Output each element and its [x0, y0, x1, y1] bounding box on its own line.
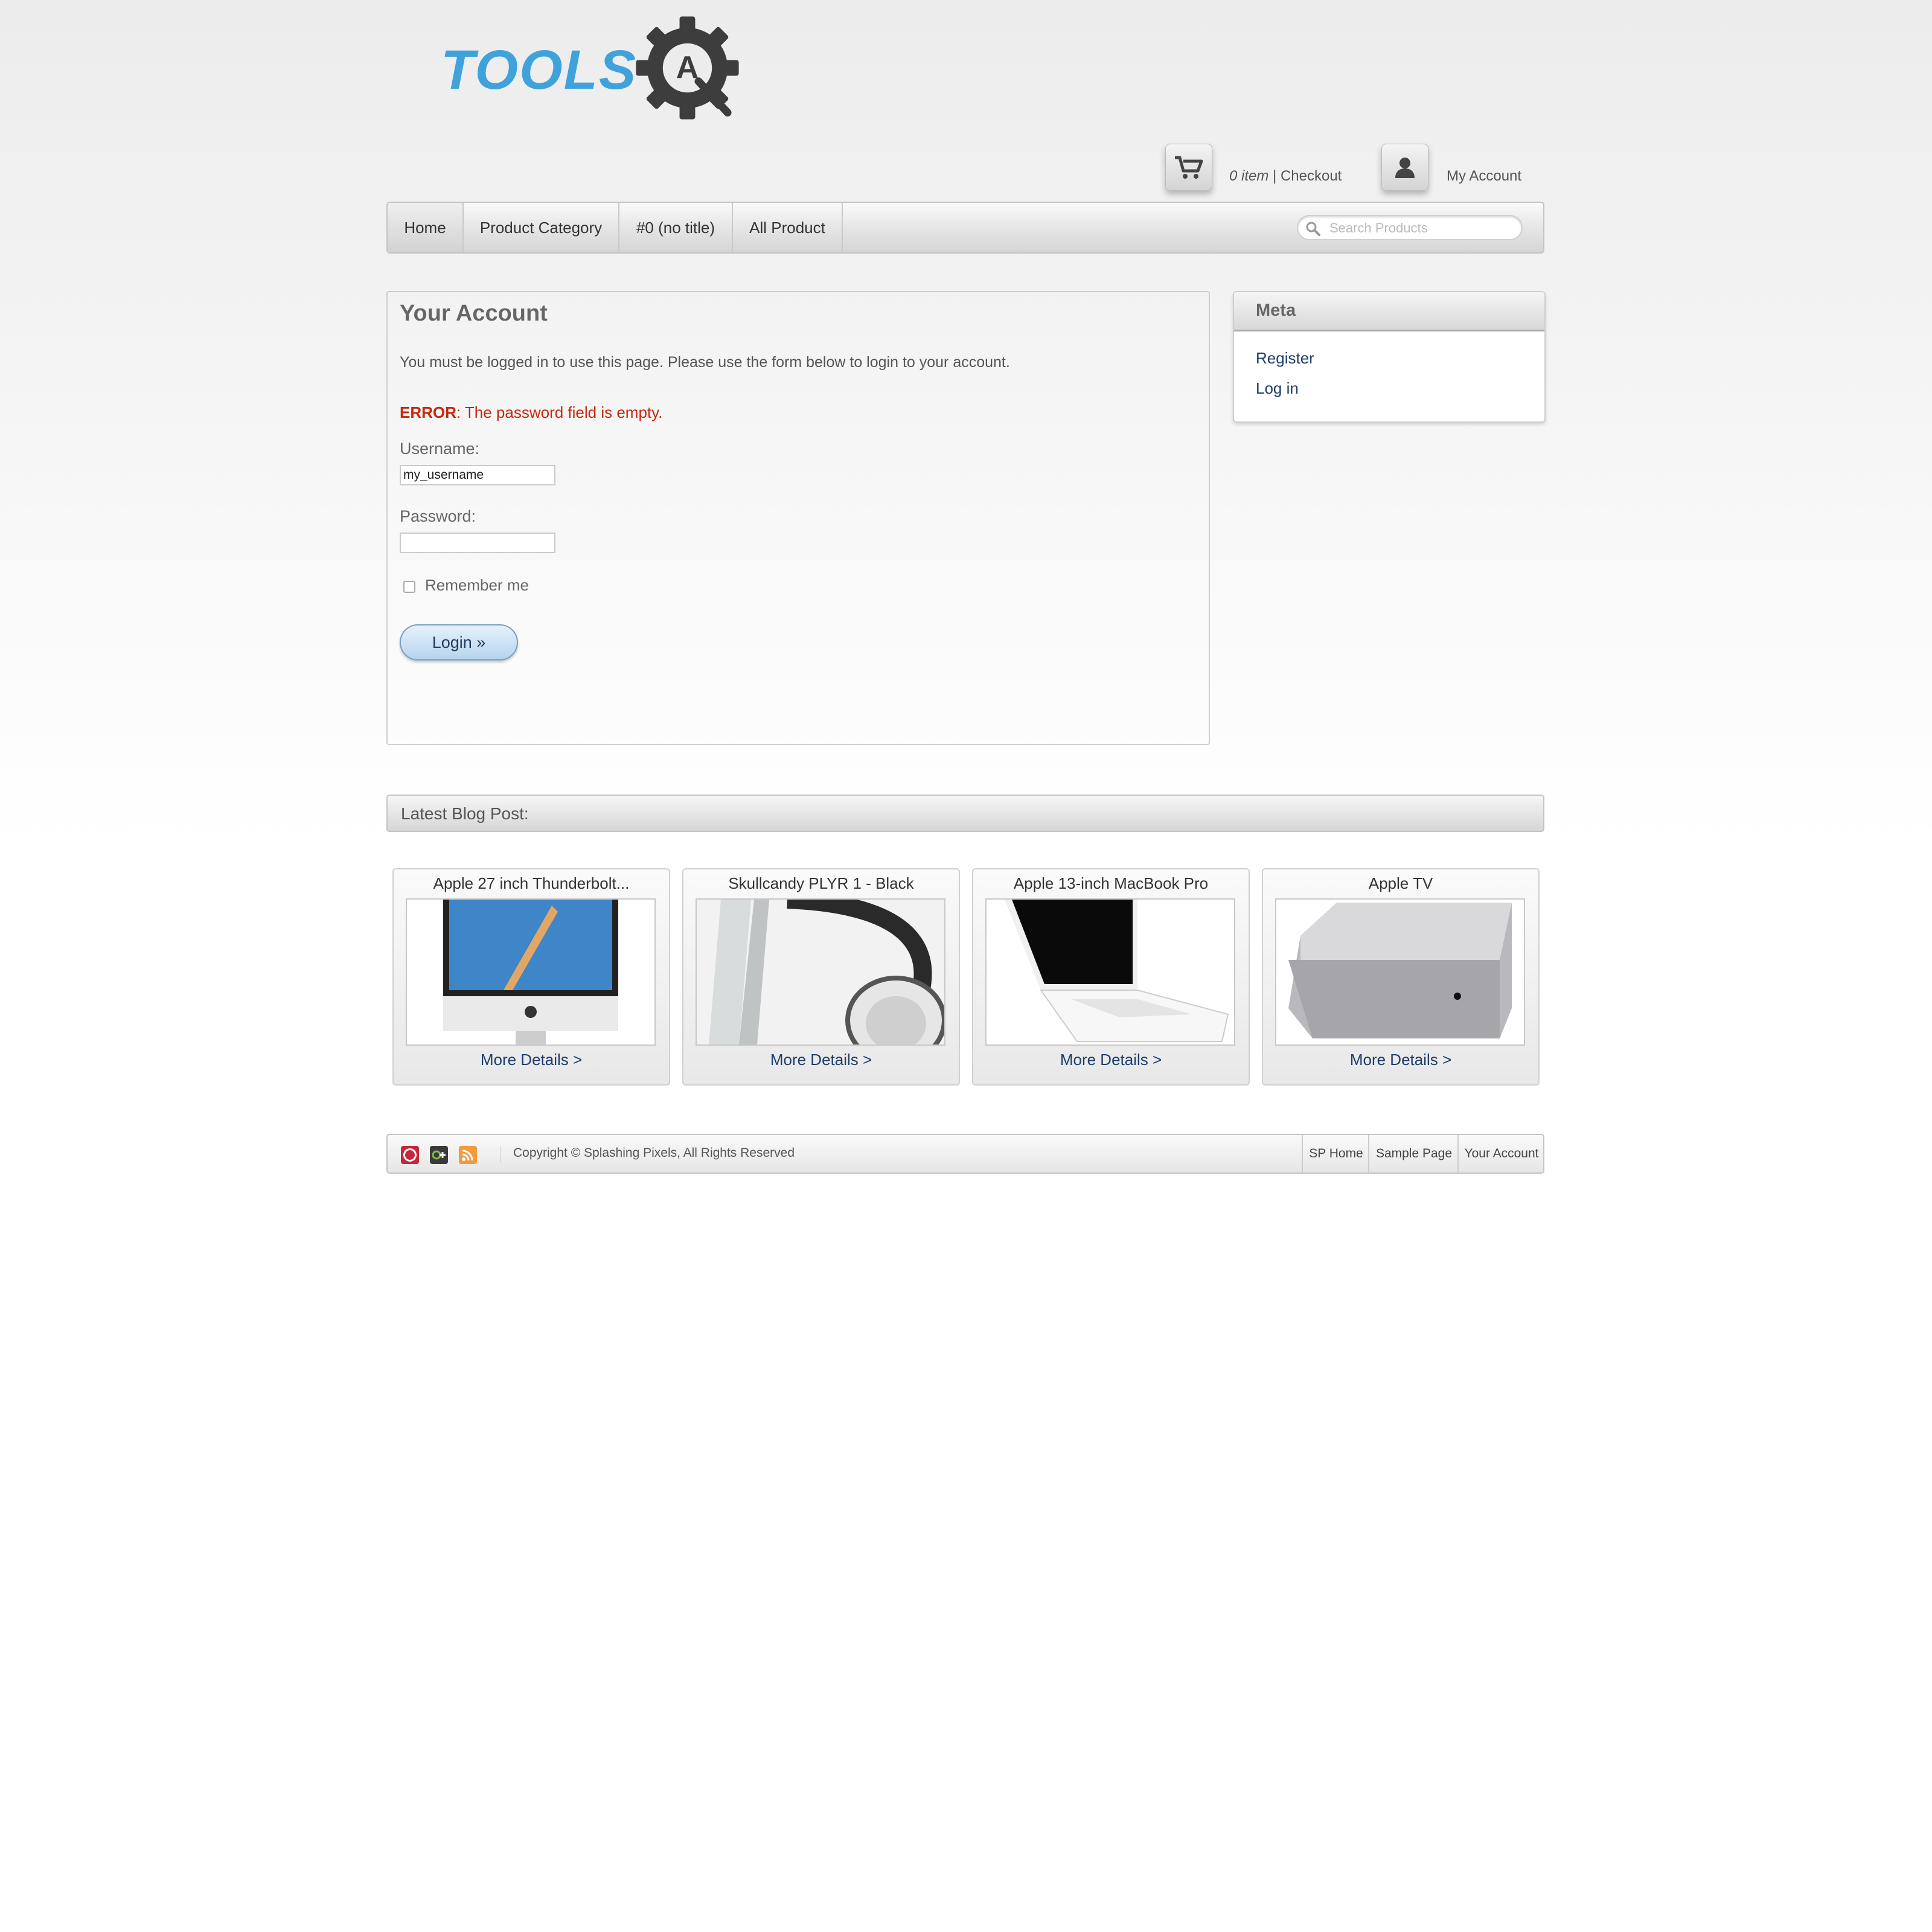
product-title[interactable]: Apple TV	[1263, 874, 1538, 893]
pinterest-icon[interactable]	[401, 1146, 419, 1164]
latest-blog-bar: Latest Blog Post:	[386, 795, 1544, 832]
password-label: Password:	[400, 507, 476, 525]
more-details-link[interactable]: More Details >	[973, 1051, 1249, 1069]
main-nav: Home Product Category #0 (no title) All …	[386, 202, 1544, 254]
footer-link-sample-page[interactable]: Sample Page	[1368, 1135, 1459, 1172]
mac-mini-image[interactable]	[1275, 898, 1525, 1046]
cart-button[interactable]	[1165, 144, 1212, 191]
search-input[interactable]	[1328, 219, 1512, 238]
username-label: Username:	[400, 440, 480, 458]
rss-icon[interactable]	[459, 1146, 477, 1164]
product-card: Apple 27 inch Thunderbolt... More Detail…	[392, 868, 670, 1086]
macbook-image[interactable]	[985, 898, 1235, 1046]
headphones-image[interactable]	[696, 898, 945, 1046]
google-plus-icon[interactable]	[430, 1146, 448, 1164]
product-card: Apple TV More Details >	[1262, 868, 1540, 1086]
site-logo[interactable]: TOOLS A	[441, 11, 749, 126]
meta-header: Meta	[1234, 292, 1544, 331]
footer-link-your-account[interactable]: Your Account	[1457, 1135, 1544, 1172]
error-message: ERROR: The password field is empty.	[400, 403, 662, 422]
remember-me-checkbox[interactable]	[403, 581, 415, 593]
account-button[interactable]	[1381, 144, 1428, 191]
footer: Copyright © Splashing Pixels, All Rights…	[386, 1134, 1544, 1174]
nav-item-all-product[interactable]: All Product	[733, 203, 843, 252]
product-card: Skullcandy PLYR 1 - Black More Details >	[682, 868, 960, 1086]
log-in-link[interactable]: Log in	[1256, 379, 1299, 398]
meta-title: Meta	[1256, 301, 1296, 320]
error-text: : The password field is empty.	[456, 403, 663, 421]
product-title[interactable]: Apple 13-inch MacBook Pro	[973, 874, 1249, 893]
footer-divider	[500, 1146, 501, 1163]
login-button[interactable]: Login »	[400, 624, 518, 661]
product-title[interactable]: Skullcandy PLYR 1 - Black	[683, 874, 959, 893]
cart-separator: |	[1268, 168, 1281, 184]
product-title[interactable]: Apple 27 inch Thunderbolt...	[394, 874, 669, 893]
search-box	[1297, 215, 1523, 240]
search-icon	[1306, 222, 1320, 236]
logo-text: TOOLS	[441, 39, 638, 101]
nav-item-no-title[interactable]: #0 (no title)	[619, 203, 733, 252]
cart-summary: 0 item | Checkout	[1229, 168, 1342, 185]
logo-gear-icon: A	[636, 16, 739, 120]
username-field[interactable]	[400, 465, 555, 485]
my-account-link[interactable]: My Account	[1447, 168, 1521, 185]
more-details-link[interactable]: More Details >	[394, 1051, 669, 1069]
login-required-message: You must be logged in to use this page. …	[400, 354, 1010, 371]
checkout-link[interactable]: Checkout	[1281, 168, 1342, 184]
page-title: Your Account	[400, 301, 548, 326]
meta-widget: Meta Register Log in	[1233, 291, 1546, 423]
footer-link-sp-home[interactable]: SP Home	[1302, 1135, 1369, 1172]
nav-item-product-category[interactable]: Product Category	[464, 203, 619, 252]
password-field[interactable]	[400, 533, 555, 553]
error-label: ERROR	[400, 403, 456, 421]
product-card: Apple 13-inch MacBook Pro More Details >	[972, 868, 1250, 1086]
more-details-link[interactable]: More Details >	[1263, 1051, 1538, 1069]
user-icon	[1395, 158, 1415, 178]
latest-blog-title: Latest Blog Post:	[401, 804, 529, 823]
remember-me-label[interactable]: Remember me	[425, 576, 529, 595]
register-link[interactable]: Register	[1256, 349, 1314, 368]
copyright-text: Copyright © Splashing Pixels, All Rights…	[513, 1146, 795, 1160]
cart-count: 0 item	[1229, 168, 1269, 184]
account-panel: Your Account You must be logged in to us…	[386, 291, 1210, 745]
imac-image[interactable]	[406, 898, 656, 1046]
cart-icon	[1175, 156, 1203, 179]
more-details-link[interactable]: More Details >	[683, 1051, 959, 1069]
nav-item-home[interactable]: Home	[388, 203, 464, 252]
